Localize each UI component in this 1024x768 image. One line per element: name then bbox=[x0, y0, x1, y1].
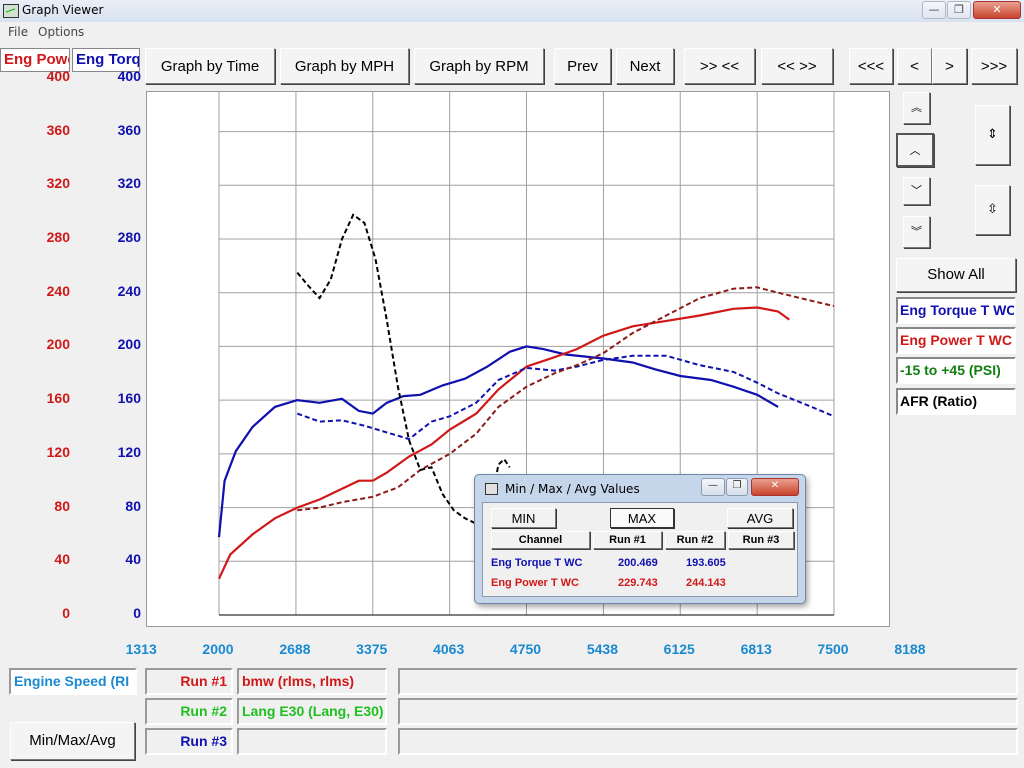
min-max-avg-dialog: Min / Max / Avg Values — ❐ ✕ MIN MAX AVG… bbox=[474, 474, 806, 604]
run-3-label: Run #3 bbox=[145, 728, 233, 755]
header-run-3: Run #3 bbox=[728, 531, 794, 549]
maximize-button[interactable]: ❐ bbox=[947, 1, 971, 19]
x-tick-1313: 1313 bbox=[125, 641, 157, 657]
pan-far-right-button[interactable]: >>> bbox=[971, 48, 1017, 84]
avg-button[interactable]: AVG bbox=[727, 508, 793, 528]
graph-by-rpm-button[interactable]: Graph by RPM bbox=[414, 48, 544, 84]
dialog-maximize-button[interactable]: ❐ bbox=[726, 478, 748, 496]
left-y-tick-120: 120 bbox=[46, 443, 70, 460]
min-button[interactable]: MIN bbox=[491, 508, 556, 528]
right-y-tick-40: 40 bbox=[125, 551, 141, 568]
channel-eng-torque[interactable]: Eng Torque T WC bbox=[896, 297, 1016, 324]
left-y-tick-360: 360 bbox=[46, 121, 70, 138]
left-y-tick-40: 40 bbox=[54, 551, 70, 568]
right-y-tick-200: 200 bbox=[117, 336, 141, 353]
pan-right-button[interactable]: > bbox=[932, 48, 967, 84]
left-y-tick-160: 160 bbox=[46, 390, 70, 407]
right-y-tick-240: 240 bbox=[117, 282, 141, 299]
scroll-up-button[interactable]: ︿ bbox=[896, 133, 934, 167]
channel-eng-power[interactable]: Eng Power T WC bbox=[896, 327, 1016, 354]
left-y-tick-80: 80 bbox=[54, 497, 70, 514]
graph-by-time-button[interactable]: Graph by Time bbox=[145, 48, 275, 84]
dialog-close-button[interactable]: ✕ bbox=[751, 478, 799, 496]
left-y-tick-0: 0 bbox=[62, 605, 70, 621]
left-y-tick-400: 400 bbox=[46, 67, 70, 84]
right-y-tick-160: 160 bbox=[117, 390, 141, 407]
zoom-out-button[interactable]: << >> bbox=[761, 48, 833, 84]
title-bar: Graph Viewer — ❐ ✕ bbox=[0, 0, 1024, 23]
next-button[interactable]: Next bbox=[616, 48, 674, 84]
pan-far-left-button[interactable]: <<< bbox=[849, 48, 893, 84]
x-tick-7500: 7500 bbox=[817, 641, 849, 657]
dialog-window-icon bbox=[485, 483, 498, 495]
dialog-title: Min / Max / Avg Values bbox=[505, 482, 640, 496]
header-run-2: Run #2 bbox=[665, 531, 725, 549]
right-y-tick-120: 120 bbox=[117, 443, 141, 460]
menu-bar: File Options bbox=[0, 22, 1024, 41]
minimize-button[interactable]: — bbox=[922, 1, 946, 19]
right-y-tick-400: 400 bbox=[117, 67, 141, 84]
left-y-tick-200: 200 bbox=[46, 336, 70, 353]
run-1-name[interactable]: bmw (rlms, rlms) bbox=[237, 668, 387, 695]
graph-app-icon bbox=[3, 4, 19, 18]
x-axis-channel[interactable]: Engine Speed (RI bbox=[9, 668, 137, 695]
channel-afr[interactable]: AFR (Ratio) bbox=[896, 388, 1016, 415]
x-tick-6813: 6813 bbox=[740, 641, 772, 657]
prev-button[interactable]: Prev bbox=[554, 48, 611, 84]
run-3-name[interactable] bbox=[237, 728, 387, 755]
max-button[interactable]: MAX bbox=[610, 508, 674, 528]
left-y-tick-280: 280 bbox=[46, 229, 70, 245]
x-tick-3375: 3375 bbox=[356, 641, 388, 657]
menu-file[interactable]: File bbox=[8, 25, 28, 39]
pan-left-button[interactable]: < bbox=[897, 48, 932, 84]
row-torque-channel: Eng Torque T WC bbox=[491, 557, 583, 569]
run-1-label: Run #1 bbox=[145, 668, 233, 695]
row-power-channel: Eng Power T WC bbox=[491, 577, 579, 589]
run-2-label: Run #2 bbox=[145, 698, 233, 725]
close-button[interactable]: ✕ bbox=[973, 1, 1021, 19]
right-y-tick-360: 360 bbox=[117, 121, 141, 138]
scroll-top-button[interactable]: ︽ bbox=[903, 92, 930, 124]
row-torque-run-2: 193.605 bbox=[686, 557, 726, 569]
dialog-minimize-button[interactable]: — bbox=[701, 478, 725, 496]
show-all-button[interactable]: Show All bbox=[896, 258, 1016, 292]
zoom-in-button[interactable]: >> << bbox=[684, 48, 755, 84]
header-run-1: Run #1 bbox=[593, 531, 662, 549]
right-y-tick-280: 280 bbox=[117, 229, 141, 245]
menu-options[interactable]: Options bbox=[38, 25, 84, 39]
x-tick-4750: 4750 bbox=[509, 641, 542, 657]
run-3-notes bbox=[398, 728, 1018, 755]
row-torque-run-1: 200.469 bbox=[618, 557, 658, 569]
scroll-bottom-button[interactable]: ︾ bbox=[903, 216, 930, 248]
left-y-tick-320: 320 bbox=[46, 175, 70, 192]
axis-expand-button[interactable]: ⇕ bbox=[975, 105, 1010, 165]
series-3-line bbox=[296, 354, 835, 441]
window-title: Graph Viewer bbox=[22, 3, 104, 17]
graph-by-mph-button[interactable]: Graph by MPH bbox=[280, 48, 409, 84]
x-tick-4063: 4063 bbox=[433, 641, 465, 657]
right-y-tick-0: 0 bbox=[133, 605, 141, 621]
scroll-down-button[interactable]: ﹀ bbox=[903, 177, 930, 205]
axis-compress-button[interactable]: ⇳ bbox=[975, 185, 1010, 235]
min-max-avg-button[interactable]: Min/Max/Avg bbox=[10, 722, 135, 760]
x-tick-2000: 2000 bbox=[202, 641, 234, 657]
right-y-tick-320: 320 bbox=[117, 175, 141, 192]
x-tick-2688: 2688 bbox=[279, 641, 311, 657]
run-1-notes bbox=[398, 668, 1018, 695]
header-channel: Channel bbox=[491, 531, 590, 549]
row-power-run-1: 229.743 bbox=[618, 577, 658, 589]
run-2-name[interactable]: Lang E30 (Lang, E30) bbox=[237, 698, 387, 725]
right-y-tick-80: 80 bbox=[125, 497, 141, 514]
left-y-tick-240: 240 bbox=[46, 282, 70, 299]
channel-boost-psi[interactable]: -15 to +45 (PSI) bbox=[896, 357, 1016, 384]
x-tick-6125: 6125 bbox=[663, 641, 695, 657]
dialog-body: MIN MAX AVG Channel Run #1 Run #2 Run #3… bbox=[482, 502, 798, 597]
run-2-notes bbox=[398, 698, 1018, 725]
row-power-run-2: 244.143 bbox=[686, 577, 726, 589]
x-tick-8188: 8188 bbox=[894, 641, 926, 657]
x-tick-5438: 5438 bbox=[586, 641, 618, 657]
